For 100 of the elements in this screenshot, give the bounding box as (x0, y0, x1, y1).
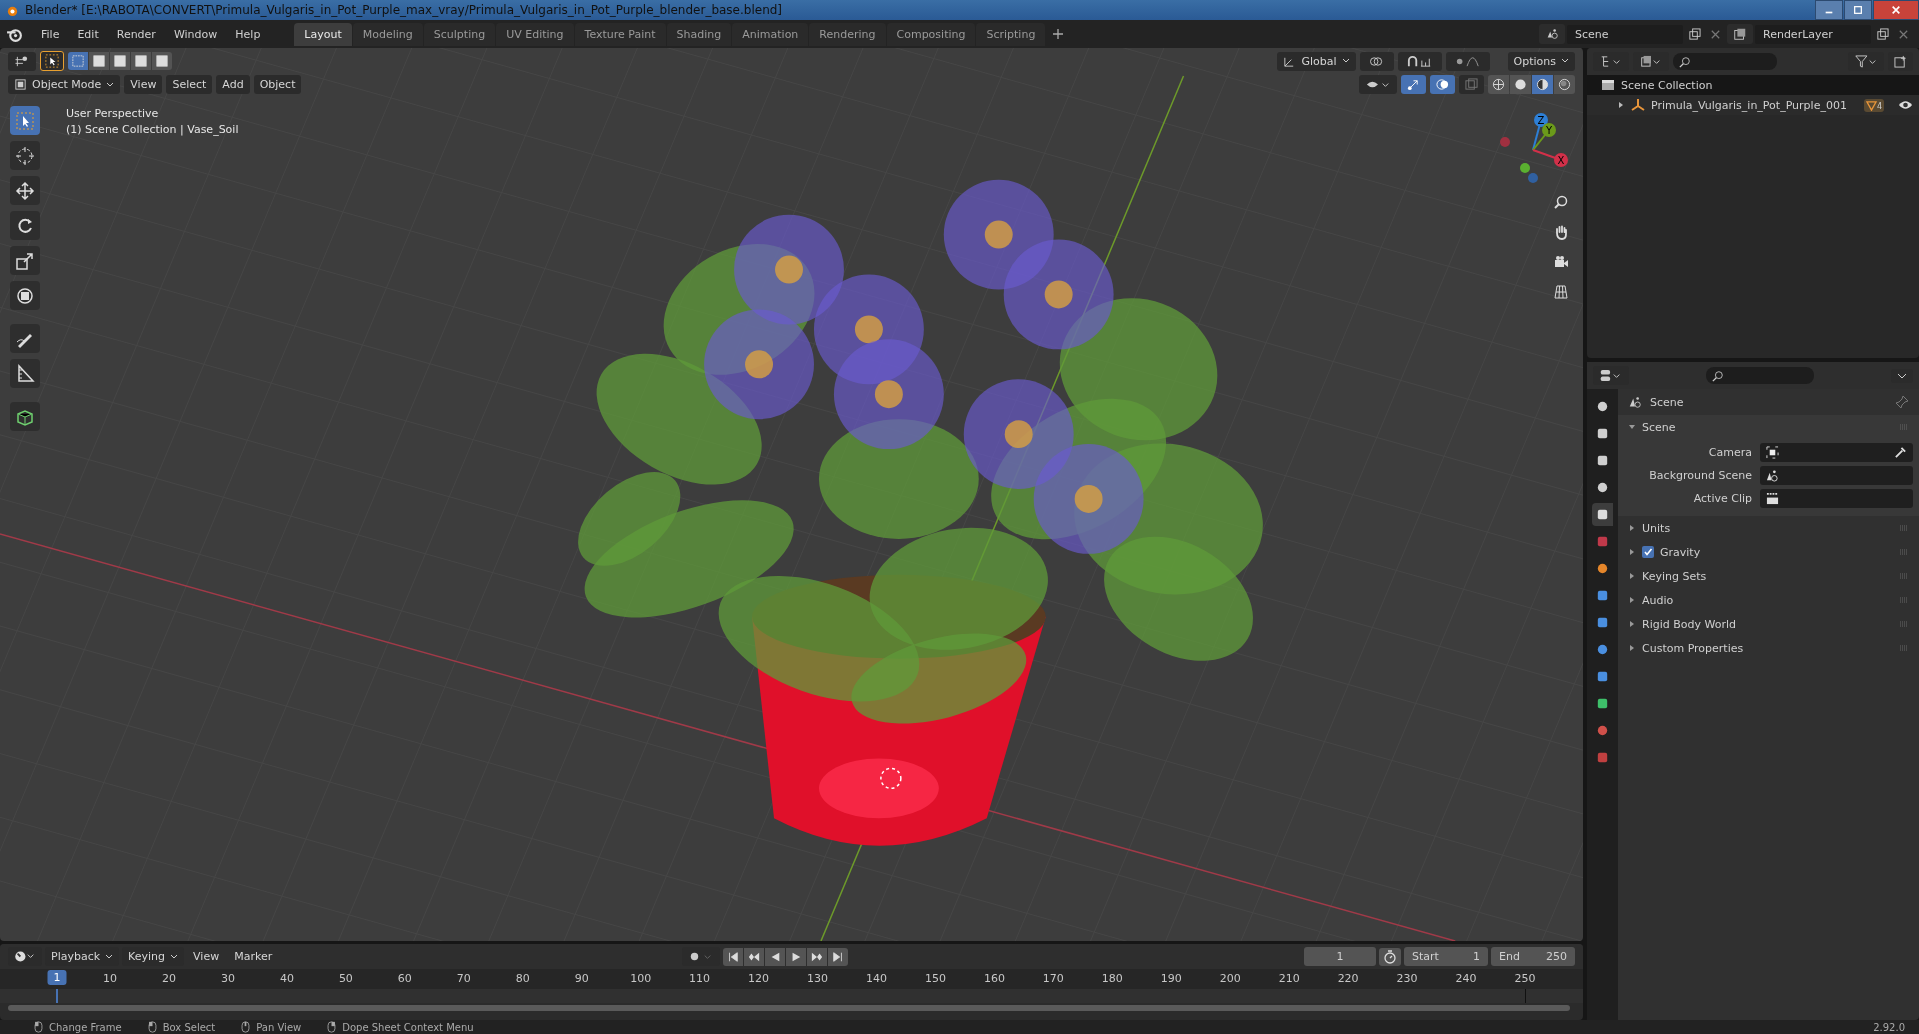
workspace-tab[interactable]: Modeling (352, 22, 423, 46)
auto-keying-button[interactable] (682, 947, 720, 966)
outliner-item[interactable]: Scene Collection (1621, 78, 1713, 92)
expand-arrow-icon[interactable] (1628, 596, 1636, 604)
workspace-tab[interactable]: Scripting (976, 22, 1046, 46)
viewport-menu[interactable]: View (124, 75, 163, 94)
pin-icon[interactable] (1895, 395, 1909, 409)
panel-title[interactable]: Gravity (1660, 545, 1701, 559)
clip-field[interactable] (1760, 489, 1913, 508)
timeline-menu[interactable]: Marker (228, 947, 279, 966)
playhead[interactable]: 1 (47, 970, 67, 985)
options-dropdown[interactable]: Options (1507, 51, 1575, 71)
drag-handle-icon[interactable] (1899, 549, 1909, 555)
checkbox[interactable] (1642, 546, 1654, 558)
scale-tool-button[interactable] (10, 246, 40, 275)
gizmo-toggle-button[interactable] (1401, 75, 1426, 94)
drag-handle-icon[interactable] (1899, 573, 1909, 579)
select-tool-button[interactable] (10, 106, 40, 135)
outliner-item[interactable]: Primula_Vulgaris_in_Pot_Purple_001 (1651, 98, 1847, 112)
scene-browse-button[interactable] (1539, 24, 1565, 44)
menu-item[interactable]: Edit (69, 24, 107, 44)
prev-keyframe-button[interactable] (744, 947, 764, 966)
workspace-tab[interactable]: UV Editing (496, 22, 574, 46)
expand-arrow-icon[interactable] (1628, 620, 1636, 628)
workspace-tab[interactable]: Animation (732, 22, 809, 46)
expand-arrow-icon[interactable] (1628, 572, 1636, 580)
play-button[interactable] (786, 947, 806, 966)
panel-title[interactable]: Units (1642, 521, 1671, 535)
viewport-menu[interactable]: Select (166, 75, 213, 94)
timeline-menu[interactable]: Keying (122, 947, 185, 966)
end-frame-field[interactable]: End 250 (1491, 947, 1575, 966)
menu-item[interactable]: Help (227, 24, 269, 44)
view-layer-browse-button[interactable] (1727, 24, 1753, 44)
selection-mode-button[interactable] (152, 52, 172, 70)
next-keyframe-button[interactable] (807, 947, 827, 966)
expand-arrow-icon[interactable] (1628, 548, 1636, 556)
viewport-menu[interactable]: Add (216, 75, 250, 94)
expand-arrow-icon[interactable] (1628, 423, 1636, 431)
workspace-tab[interactable]: Shading (666, 22, 732, 46)
editor-type-button[interactable] (8, 51, 36, 71)
jump-start-button[interactable] (723, 947, 743, 966)
panel-title[interactable]: Keying Sets (1642, 569, 1707, 583)
cursor-tool-button[interactable] (10, 141, 40, 170)
annotate-tool-button[interactable] (10, 324, 40, 353)
add-workspace-icon[interactable] (1052, 28, 1065, 40)
add-cube-tool-button[interactable] (10, 402, 40, 431)
view-layer-name-field[interactable]: RenderLayer (1755, 24, 1871, 44)
3d-viewport[interactable]: Global Options Object Mode View Select Add Object User Perspective (1) Scene Collection | Vase_Soil Z Y X (0, 48, 1583, 941)
copy-icon[interactable] (1688, 27, 1701, 41)
drag-handle-icon[interactable] (1899, 621, 1909, 627)
overlays-toggle-button[interactable] (1430, 75, 1455, 94)
start-frame-field[interactable]: Start 1 (1404, 947, 1488, 966)
selection-mode-button[interactable] (131, 52, 151, 70)
eyedropper-icon[interactable] (1894, 446, 1907, 459)
material-shading-button[interactable] (1532, 75, 1553, 94)
workspace-tab[interactable]: Sculpting (423, 22, 496, 46)
move-tool-button[interactable] (10, 176, 40, 205)
menu-item[interactable]: Render (108, 24, 164, 44)
expand-arrow-icon[interactable] (1628, 644, 1636, 652)
viewport-menu[interactable]: Object (253, 75, 302, 94)
stopwatch-icon[interactable] (1379, 947, 1401, 966)
timeline-menu[interactable]: View (187, 947, 226, 966)
solid-shading-button[interactable] (1510, 75, 1531, 94)
workspace-tab[interactable]: Texture Paint (574, 22, 666, 46)
snap-toggle-button[interactable] (1397, 51, 1442, 71)
search-field[interactable] (1706, 367, 1814, 384)
transform-tool-button[interactable] (10, 281, 40, 310)
search-field[interactable] (1673, 53, 1777, 70)
close-button[interactable] (1873, 0, 1919, 20)
drag-handle-icon[interactable] (1899, 525, 1909, 531)
selection-mode-button[interactable] (89, 52, 109, 70)
panel-title[interactable]: Scene (1642, 420, 1676, 434)
menu-item[interactable]: File (33, 24, 68, 44)
wireframe-shading-button[interactable] (1488, 75, 1509, 94)
expand-arrow-icon[interactable] (1628, 524, 1636, 532)
scene-field[interactable] (1760, 466, 1913, 485)
pivot-point-dropdown[interactable] (1359, 51, 1394, 71)
drag-handle-icon[interactable] (1899, 645, 1909, 651)
visibility-dropdown[interactable] (1359, 75, 1397, 94)
workspace-tab[interactable]: Rendering (809, 22, 886, 46)
minimize-button[interactable] (1815, 0, 1843, 20)
jump-end-button[interactable] (828, 947, 848, 966)
measure-tool-button[interactable] (10, 359, 40, 388)
panel-title[interactable]: Custom Properties (1642, 641, 1744, 655)
timeline-menu[interactable]: Playback (45, 947, 120, 966)
rendered-shading-button[interactable] (1554, 75, 1575, 94)
copy-icon[interactable] (1876, 27, 1889, 41)
camera-field[interactable] (1760, 443, 1913, 462)
panel-title[interactable]: Rigid Body World (1642, 617, 1736, 631)
workspace-tab[interactable]: Compositing (886, 22, 976, 46)
select-tool-button[interactable] (40, 51, 64, 71)
axis-gizmo-drawing[interactable]: Z Y X (1493, 110, 1573, 190)
expand-arrow-icon[interactable] (1617, 101, 1625, 109)
xray-toggle-button[interactable] (1459, 75, 1484, 94)
scene-name-field[interactable]: Scene (1567, 24, 1683, 44)
menu-item[interactable]: Window (165, 24, 226, 44)
drag-handle-icon[interactable] (1899, 597, 1909, 603)
selection-mode-button[interactable] (110, 52, 130, 70)
scene-properties-tab[interactable] (1592, 503, 1613, 526)
workspace-tab[interactable]: Layout (294, 22, 352, 46)
